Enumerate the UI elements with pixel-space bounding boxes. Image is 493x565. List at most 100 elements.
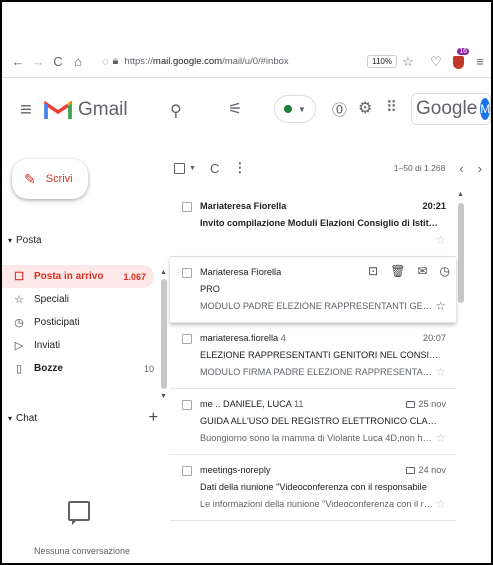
sidebar-item-drafts[interactable]: ▯ Bozze 10 (2, 357, 162, 380)
pocket-icon[interactable]: ♡ (425, 54, 447, 70)
email-row[interactable]: Mariateresa Fiorella 20:21 Invito compil… (170, 191, 456, 257)
collapse-triangle-icon: ▾ (8, 413, 13, 423)
zoom-level[interactable]: 110% (367, 55, 397, 68)
row-checkbox[interactable] (182, 466, 192, 476)
refresh-icon[interactable]: C (210, 161, 219, 176)
email-row[interactable]: mariateresa.fiorella 4 20:07 ELEZIONE RA… (170, 323, 456, 389)
main-menu-icon[interactable]: ≡ (12, 99, 40, 122)
sidebar-scrollbar[interactable]: ▲ ▼ (160, 269, 168, 409)
status-selector[interactable]: ▼ (274, 95, 316, 123)
row-checkbox[interactable] (182, 268, 192, 278)
extension-badge: 16 (457, 48, 469, 56)
scroll-up-icon[interactable]: ▲ (160, 269, 167, 276)
email-row[interactable]: me .. DANIELE, LUCA 11 25 nov GUIDA ALL'… (170, 389, 456, 455)
forward-icon[interactable]: → (28, 54, 48, 69)
gmail-header: ≡ Gmail ⚲ ⚟ ▼ ⓪ ⚙ ⠿ Google M (2, 79, 491, 141)
trash-icon[interactable]: 🗑︎ (390, 264, 405, 278)
lock-icon: 🔒︎ (112, 55, 119, 67)
mail-section-header[interactable]: ▾ Posta (8, 235, 42, 246)
status-dot-icon (284, 105, 293, 113)
gmail-logo[interactable]: Gmail (44, 99, 128, 121)
sidebar-item-label: Bozze (34, 363, 63, 374)
email-row[interactable]: ⋮⋮ Mariateresa Fiorella ⊡ 🗑︎ ✉︎ ◷ PRO MO… (170, 257, 456, 323)
chat-empty-text: Nessuna conversazione (33, 546, 131, 556)
compose-button[interactable]: ✎ Scrivi (12, 159, 88, 199)
clock-icon: ◷ (14, 317, 24, 329)
help-icon[interactable]: ⓪ (332, 99, 347, 120)
chevron-down-icon[interactable]: ▼ (189, 165, 196, 172)
star-icon[interactable]: ☆ (435, 497, 446, 511)
star-icon[interactable]: ☆ (435, 233, 446, 247)
email-subject: Dati della riunione "Videoconferenza con… (200, 482, 427, 492)
sidebar-item-starred[interactable]: ☆ Speciali (2, 288, 162, 311)
title-bar (2, 2, 491, 46)
sidebar-item-snoozed[interactable]: ◷ Posticipati (2, 311, 162, 334)
back-icon[interactable]: ← (8, 54, 28, 69)
url-bar[interactable]: ◌ 🔒︎ https://mail.google.com/mail/u/0/#i… (102, 50, 419, 74)
chevron-right-icon[interactable]: › (478, 161, 482, 176)
extension-button[interactable]: 16 (447, 48, 469, 69)
browser-window: ← → C ⌂ ◌ 🔒︎ https://mail.google.com/mai… (0, 0, 493, 565)
chevron-left-icon[interactable]: ‹ (459, 161, 463, 176)
sidebar-item-sent[interactable]: ▷ Inviati (2, 334, 162, 357)
draft-count: 10 (143, 363, 154, 374)
email-subject: GUIDA ALL'USO DEL REGISTRO ELETTRONICO C… (200, 416, 440, 426)
search-icon[interactable]: ⚲ (170, 101, 182, 121)
email-sender: Mariateresa Fiorella (200, 267, 282, 277)
email-sender: mariateresa.fiorella 4 (200, 333, 286, 343)
star-icon[interactable]: ☆ (435, 299, 446, 313)
star-icon[interactable]: ☆ (435, 365, 446, 379)
email-sender: meetings-noreply (200, 465, 271, 475)
email-date: 25 nov (406, 399, 446, 409)
row-checkbox[interactable] (182, 202, 192, 212)
shield-icon: ◌ (102, 55, 109, 68)
row-checkbox[interactable] (182, 334, 192, 344)
row-checkbox[interactable] (182, 400, 192, 410)
star-icon: ☆ (14, 294, 24, 306)
url-text[interactable]: https://mail.google.com/mail/u/0/#inbox (124, 56, 288, 67)
mail-section-label: Posta (16, 235, 42, 246)
thread-count: 4 (280, 333, 286, 343)
pencil-icon: ✎ (24, 170, 36, 187)
row-actions: ⊡ 🗑︎ ✉︎ ◷ (368, 264, 450, 278)
star-icon[interactable]: ☆ (435, 431, 446, 445)
email-list: Mariateresa Fiorella 20:21 Invito compil… (170, 191, 456, 521)
email-date: 20:07 (423, 333, 446, 343)
list-toolbar: ▼ C ⋮ 1–50 di 1.268 ‹ › (170, 154, 490, 182)
sidebar-item-label: Posticipati (34, 317, 80, 328)
scroll-down-icon[interactable]: ▼ (160, 393, 167, 400)
chat-section-header[interactable]: ▾ Chat + (8, 409, 158, 427)
menu-icon[interactable]: ≡ (469, 54, 491, 69)
chevron-down-icon: ▼ (298, 104, 306, 114)
snooze-icon[interactable]: ◷ (440, 264, 450, 278)
new-chat-plus-icon[interactable]: + (149, 409, 158, 427)
thread-count: 11 (293, 399, 304, 409)
email-list-scrollbar[interactable]: ▲ (457, 191, 465, 491)
settings-icon[interactable]: ⚙ (358, 98, 372, 118)
scroll-up-icon[interactable]: ▲ (457, 191, 464, 198)
google-wordmark: Google (416, 98, 478, 119)
scrollbar-thumb[interactable] (161, 279, 167, 389)
email-sender: me .. DANIELE, LUCA 11 (200, 399, 304, 409)
email-snippet: MODULO FIRMA PADRE ELEZIONE RAPPRESENTAN… (200, 367, 434, 377)
sidebar: ✎ Scrivi ▾ Posta ☐ Posta in arrivo 1.067… (2, 141, 167, 563)
mark-unread-icon[interactable]: ✉︎ (417, 264, 427, 278)
unread-count: 1.067 (123, 271, 146, 282)
avatar[interactable]: M (480, 98, 491, 120)
scrollbar-thumb[interactable] (458, 203, 464, 303)
sidebar-item-label: Inviati (34, 340, 61, 351)
sidebar-item-inbox[interactable]: ☐ Posta in arrivo 1.067 (2, 265, 154, 288)
bookmark-star-icon[interactable]: ☆ (397, 54, 419, 70)
reload-icon[interactable]: C (48, 54, 68, 69)
search-options-icon[interactable]: ⚟ (228, 99, 242, 119)
archive-icon[interactable]: ⊡ (368, 264, 378, 278)
account-button[interactable]: Google M (411, 93, 491, 125)
select-all-checkbox[interactable] (174, 162, 185, 174)
email-subject: PRO (200, 284, 220, 294)
compose-label: Scrivi (45, 173, 73, 185)
email-subject: ELEZIONE RAPPRESENTANTI GENITORI NEL CON… (200, 350, 440, 360)
email-row[interactable]: meetings-noreply 24 nov Dati della riuni… (170, 455, 456, 521)
home-icon[interactable]: ⌂ (68, 54, 88, 69)
more-vertical-icon[interactable]: ⋮ (233, 160, 246, 176)
apps-grid-icon[interactable]: ⠿ (386, 98, 397, 116)
